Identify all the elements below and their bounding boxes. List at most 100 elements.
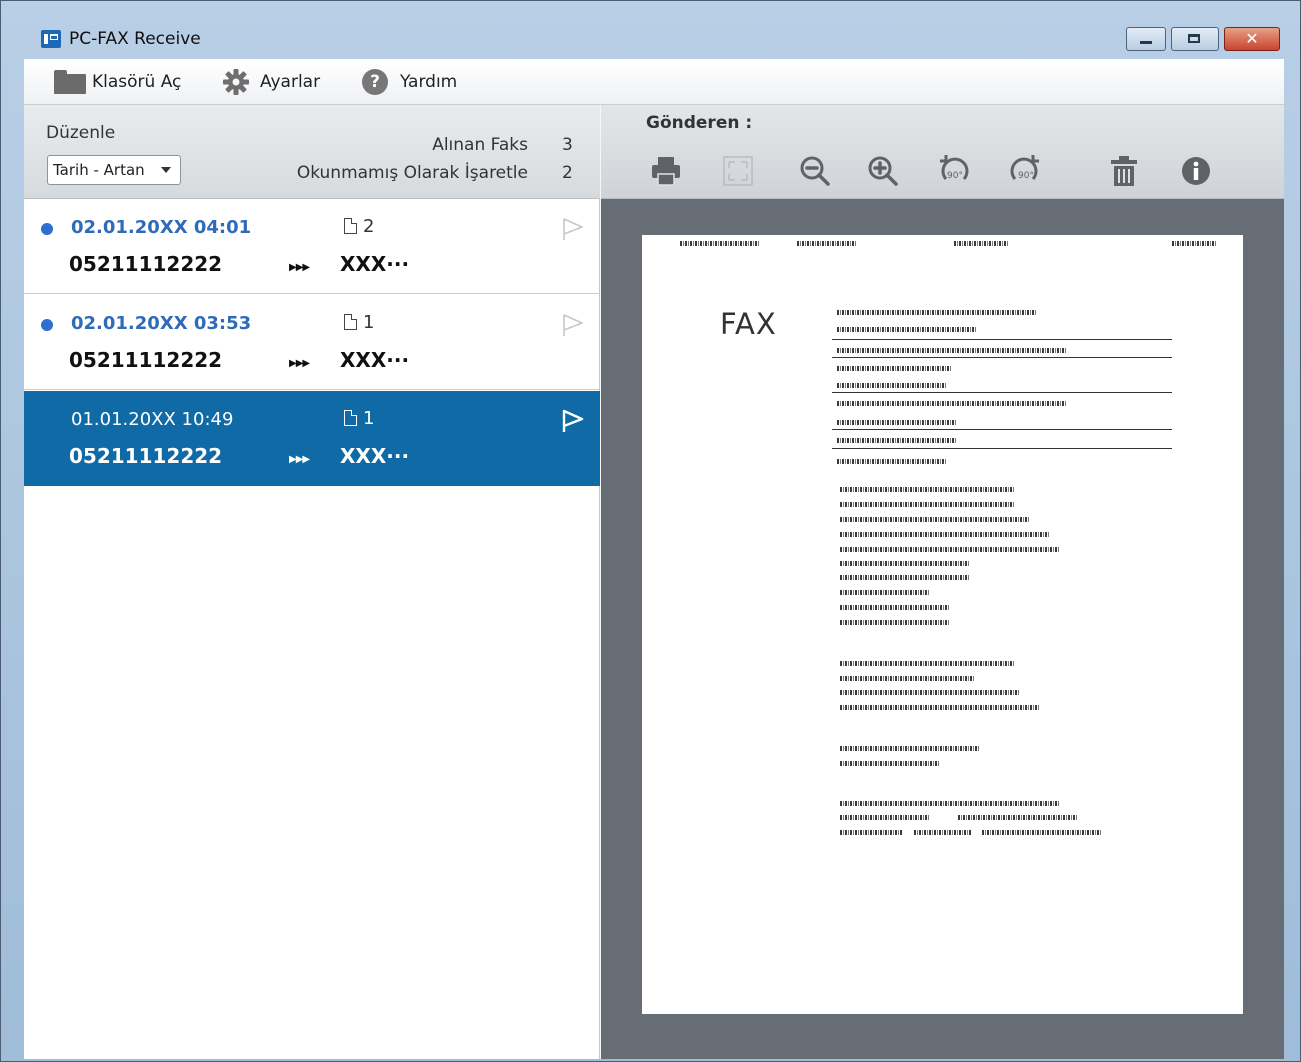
scanned-text-line [840,690,1020,695]
main-toolbar: Klasörü Aç Ayarlar ? Yardım [24,59,1284,105]
fax-date: 02.01.20XX 04:01 [71,217,252,238]
fax-preview-area[interactable]: FAX [601,199,1284,1059]
fax-sender-name: XXX··· [340,444,410,468]
scanned-text-line [840,517,1030,522]
scanned-text-line [840,575,970,580]
scanned-text-line [840,830,902,835]
scanned-text-line [837,327,977,332]
info-icon [1182,157,1210,185]
maximize-button[interactable] [1171,27,1219,51]
scanned-text-line [1172,241,1217,246]
scanned-text-line [840,590,930,595]
zoom-out-button[interactable] [797,153,833,189]
sender-label: Gönderen : [646,113,753,133]
scanned-text-line [837,401,1067,406]
scanned-rule-line [832,357,1172,358]
scanned-rule-line [832,429,1172,430]
zoom-in-icon [868,156,898,186]
unread-dot-icon [41,223,53,235]
flag-icon[interactable] [560,216,586,242]
arrows-icon: ▶▶▶ [289,262,310,273]
fax-sender-name: XXX··· [340,252,410,276]
page-icon [344,218,357,234]
scanned-text-line [680,241,760,246]
app-window: PC-FAX Receive ✕ Klasörü Aç Ayarlar ? Ya… [0,0,1301,1062]
list-header: Düzenle Tarih - Artan Alınan Faks 3 Okun… [24,105,600,199]
minimize-button[interactable] [1126,27,1166,51]
fax-title-text: FAX [720,307,777,341]
settings-button[interactable]: Ayarlar [222,67,320,97]
scanned-rule-line [832,392,1172,393]
scanned-rule-line [832,339,1172,340]
print-icon [652,157,680,186]
zoom-in-button[interactable] [865,153,901,189]
svg-text:90°: 90° [1018,171,1034,181]
unread-count: 2 [562,163,573,183]
scanned-text-line [954,241,1009,246]
scanned-text-line [837,310,1037,315]
sort-dropdown[interactable]: Tarih - Artan [47,155,181,185]
open-folder-button[interactable]: Klasörü Aç [54,67,181,97]
fax-date: 01.01.20XX 10:49 [71,409,234,430]
print-button[interactable] [648,153,684,189]
scanned-text-line [837,348,1067,353]
fax-page-count: 1 [363,408,375,429]
scanned-text-line [837,438,957,443]
scanned-text-line [840,547,1060,552]
fax-list-item-selected[interactable]: 01.01.20XX 10:49 1 05211112222 ▶▶▶ XXX··… [24,391,600,486]
scanned-rule-line [832,448,1172,449]
fax-sender-name: XXX··· [340,348,410,372]
scanned-text-line [840,620,950,625]
help-button[interactable]: ? Yardım [362,67,457,97]
flag-icon[interactable] [560,312,586,338]
scanned-text-line [837,366,952,371]
scanned-text-line [840,815,930,820]
info-button[interactable] [1178,153,1214,189]
fax-list-item[interactable]: 02.01.20XX 04:01 2 05211112222 ▶▶▶ XXX··… [24,199,600,294]
rotate-left-icon: 90° [940,155,969,181]
delete-button[interactable] [1106,153,1142,189]
settings-label: Ayarlar [260,72,321,92]
rotate-right-icon: 90° [1010,155,1039,181]
scanned-text-line [982,830,1102,835]
scanned-text-line [837,383,947,388]
viewer-header: Gönderen : 90° 90° [601,105,1284,199]
received-fax-label: Alınan Faks [432,135,528,155]
scanned-text-line [958,815,1078,820]
received-fax-count: 3 [562,135,573,155]
open-folder-label: Klasörü Aç [92,72,182,92]
scanned-text-line [840,487,1015,492]
fit-page-button[interactable] [720,153,756,189]
window-title: PC-FAX Receive [69,29,201,49]
rotate-left-button[interactable]: 90° [936,153,972,189]
page-icon [344,314,357,330]
scanned-text-line [840,705,1040,710]
close-button[interactable]: ✕ [1224,27,1280,51]
title-bar[interactable]: PC-FAX Receive ✕ [1,1,1300,59]
scanned-text-line [837,420,957,425]
scanned-text-line [837,459,947,464]
scanned-text-line [840,561,970,566]
fit-page-icon [723,156,753,186]
sort-dropdown-value: Tarih - Artan [53,161,145,179]
sort-label: Düzenle [46,123,116,143]
rotate-right-button[interactable]: 90° [1007,153,1043,189]
scanned-text-line [797,241,857,246]
scanned-text-line [840,761,940,766]
scanned-text-line [840,532,1050,537]
fax-page-preview: FAX [642,235,1243,1014]
scanned-text-line [840,605,950,610]
fax-list: 02.01.20XX 04:01 2 05211112222 ▶▶▶ XXX··… [24,199,600,1059]
flag-icon[interactable] [560,408,586,434]
fax-list-item[interactable]: 02.01.20XX 03:53 1 05211112222 ▶▶▶ XXX··… [24,295,600,390]
page-icon [344,410,357,426]
trash-icon [1111,156,1137,186]
help-icon: ? [362,69,388,95]
help-label: Yardım [400,72,458,92]
mark-unread-label[interactable]: Okunmamış Olarak İşaretle [297,163,528,183]
zoom-out-icon [800,156,830,186]
fax-page-count: 2 [363,216,375,237]
chevron-down-icon [161,167,171,173]
scanned-text-line [840,661,1015,666]
fax-date: 02.01.20XX 03:53 [71,313,252,334]
